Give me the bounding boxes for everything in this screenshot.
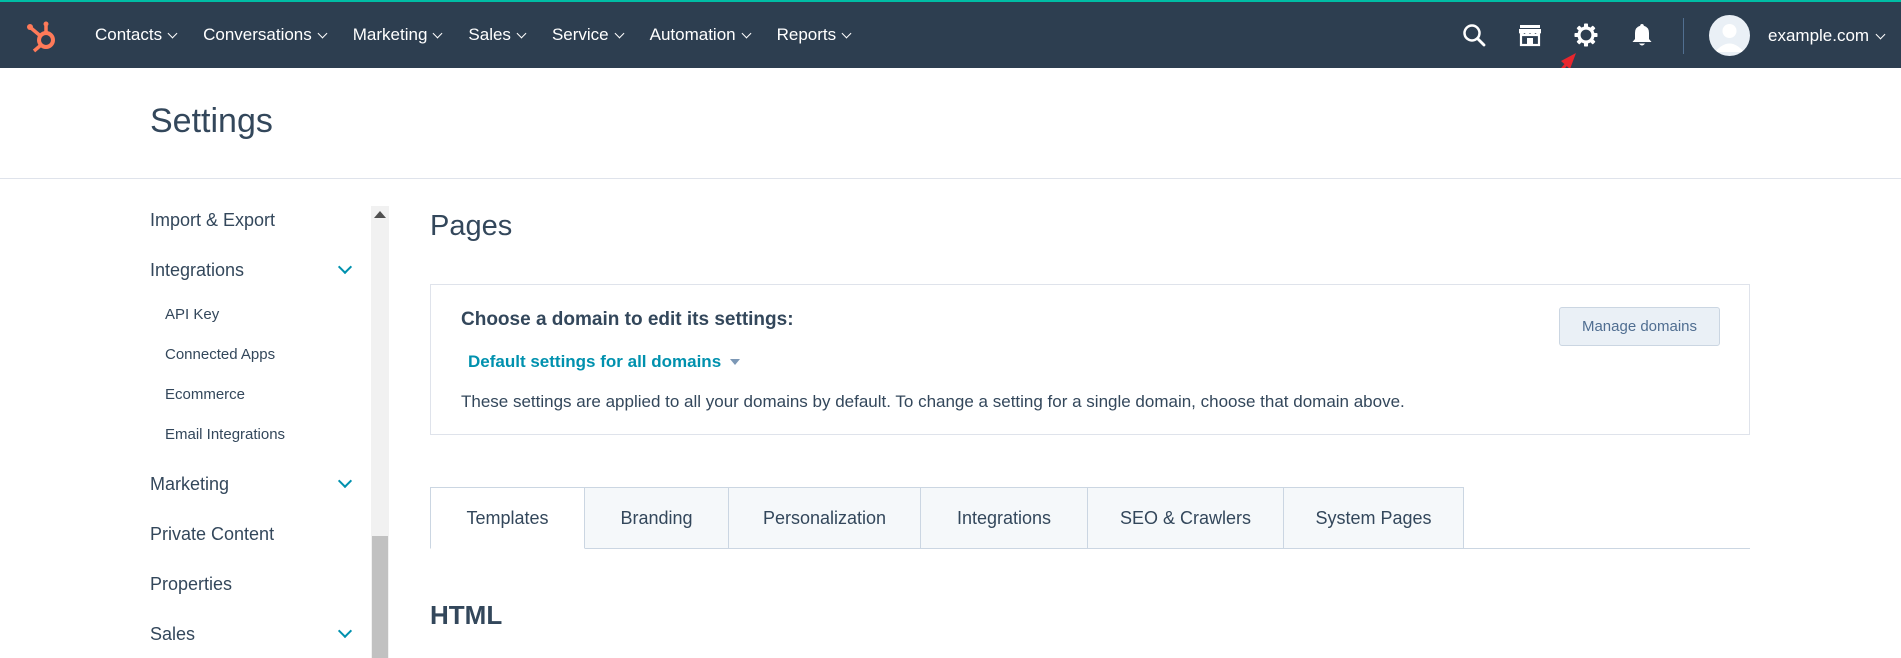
caret-down-icon [730, 359, 741, 365]
notifications-bell-icon[interactable] [1629, 22, 1655, 48]
sidebar-scrollbar-thumb[interactable] [372, 536, 388, 658]
domain-description: These settings are applied to all your d… [461, 392, 1405, 411]
settings-gear-icon[interactable] [1573, 22, 1599, 48]
nav-contacts[interactable]: Contacts [95, 25, 178, 45]
sidebar-item-private-content[interactable]: Private Content [150, 524, 274, 545]
chevron-down-icon[interactable] [337, 473, 353, 489]
html-section-title: HTML [430, 600, 503, 630]
chevron-down-icon [516, 28, 527, 38]
chevron-down-icon [841, 28, 852, 38]
top-navigation-bar: Contacts Conversations Marketing Sales S… [0, 0, 1901, 68]
sidebar-subitem-connected-apps[interactable]: Connected Apps [165, 346, 275, 363]
page-title: Settings [150, 102, 273, 140]
domain-dropdown[interactable]: Default settings for all domains [468, 352, 741, 372]
sidebar-item-sales[interactable]: Sales [150, 624, 195, 645]
domain-heading: Choose a domain to edit its settings: [461, 309, 794, 330]
tab-branding[interactable]: Branding [585, 487, 729, 549]
nav-marketing[interactable]: Marketing [353, 25, 443, 45]
tab-seo-crawlers[interactable]: SEO & Crawlers [1088, 487, 1284, 549]
sidebar-subitem-ecommerce[interactable]: Ecommerce [165, 386, 245, 403]
tab-integrations[interactable]: Integrations [921, 487, 1088, 549]
nav-service[interactable]: Service [552, 25, 625, 45]
nav-divider [1683, 18, 1684, 54]
chevron-down-icon[interactable] [337, 259, 353, 275]
main-menu: Contacts Conversations Marketing Sales S… [95, 2, 877, 68]
nav-reports[interactable]: Reports [777, 25, 852, 45]
tab-personalization[interactable]: Personalization [729, 487, 921, 549]
page-header: Settings [0, 68, 1901, 179]
settings-tabs: Templates Branding Personalization Integ… [430, 487, 1464, 549]
nav-automation[interactable]: Automation [650, 25, 752, 45]
section-page-title: Pages [430, 210, 513, 242]
chevron-down-icon [167, 28, 178, 38]
chevron-down-icon [741, 28, 752, 38]
account-menu[interactable]: example.com [1768, 26, 1886, 46]
tab-system-pages[interactable]: System Pages [1284, 487, 1464, 549]
sidebar-subitem-email-integrations[interactable]: Email Integrations [165, 426, 285, 443]
tab-templates[interactable]: Templates [430, 487, 585, 549]
manage-domains-button[interactable]: Manage domains [1559, 307, 1720, 346]
settings-sidebar: Import & Export Integrations API Key Con… [0, 180, 390, 658]
marketplace-icon[interactable] [1517, 22, 1543, 48]
sidebar-subitem-api-key[interactable]: API Key [165, 306, 219, 323]
nav-sales[interactable]: Sales [468, 25, 527, 45]
chevron-down-icon[interactable] [337, 623, 353, 639]
search-icon[interactable] [1461, 22, 1487, 48]
sidebar-item-properties[interactable]: Properties [150, 574, 232, 595]
chevron-down-icon [432, 28, 443, 38]
hubspot-logo-icon[interactable] [24, 18, 60, 54]
sidebar-item-marketing[interactable]: Marketing [150, 474, 229, 495]
chevron-down-icon [317, 28, 328, 38]
user-avatar-icon [1715, 24, 1744, 52]
sidebar-item-integrations[interactable]: Integrations [150, 260, 244, 281]
chevron-down-icon [1875, 29, 1886, 39]
chevron-down-icon [614, 28, 625, 38]
sidebar-item-import-export[interactable]: Import & Export [150, 210, 275, 231]
domain-settings-panel: Choose a domain to edit its settings: De… [430, 284, 1750, 435]
tabs-divider [1464, 548, 1750, 549]
avatar[interactable] [1709, 15, 1750, 56]
scroll-up-arrow-icon[interactable] [374, 211, 386, 218]
nav-conversations[interactable]: Conversations [203, 25, 328, 45]
